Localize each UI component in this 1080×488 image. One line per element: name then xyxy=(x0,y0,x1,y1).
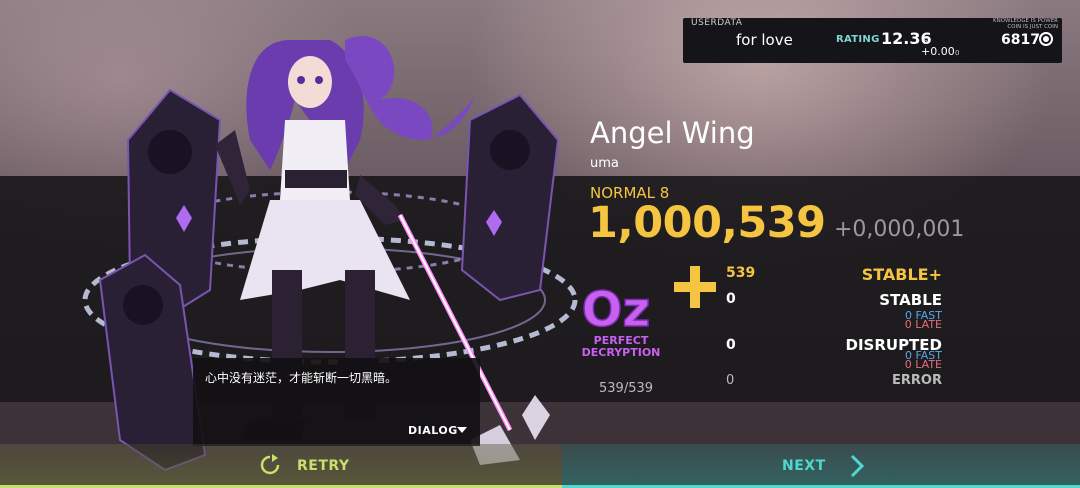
disrupted-count: 0 xyxy=(726,337,736,353)
plus-icon xyxy=(674,266,716,308)
rating-label: RATING xyxy=(836,34,880,45)
disrupted-late: 0 LATE xyxy=(904,358,942,371)
rank-caption-line2: DECRYPTION xyxy=(581,346,661,359)
coin-icon xyxy=(1039,32,1053,46)
rating-delta-subdigit: 0 xyxy=(955,49,960,57)
next-label: NEXT xyxy=(782,458,826,474)
stable-plus-count: 539 xyxy=(726,265,756,281)
next-button[interactable]: NEXT xyxy=(562,444,1080,488)
dialog-tab-label[interactable]: DIALOG xyxy=(408,424,458,437)
user-name: for love xyxy=(736,31,793,49)
dialog-box[interactable]: 心中没有迷茫，才能斩断一切黑暗。 DIALOG xyxy=(193,358,480,446)
slogan-text: KNOWLEDGE IS POWER COIN IS JUST COIN xyxy=(993,18,1058,30)
user-data-label: USERDATA xyxy=(691,18,743,28)
stable-label: STABLE xyxy=(879,291,942,309)
retry-button[interactable]: RETRY xyxy=(0,444,562,488)
stable-plus-label: STABLE+ xyxy=(861,265,942,284)
dialog-expand-icon[interactable] xyxy=(457,427,467,433)
coin-count: 6817 xyxy=(1001,32,1040,48)
score-delta: +0,000,001 xyxy=(834,217,965,242)
rank-grade-text: Oz xyxy=(582,282,651,332)
error-label: ERROR xyxy=(892,373,942,388)
user-data-panel: USERDATA for love RATING 12.36 5 +0.00 0… xyxy=(683,18,1062,63)
dialog-text: 心中没有迷茫，才能斩断一切黑暗。 xyxy=(205,371,398,385)
song-title: Angel Wing xyxy=(590,116,755,150)
stable-late: 0 LATE xyxy=(904,318,942,331)
error-count: 0 xyxy=(726,373,735,388)
rank-grade-logo: Oz xyxy=(581,282,651,332)
retry-icon xyxy=(260,454,280,475)
note-total: 539/539 xyxy=(599,381,654,396)
rank-caption: PERFECT DECRYPTION xyxy=(580,335,662,359)
chevron-right-icon xyxy=(850,454,865,478)
score-value: 1,000,539 xyxy=(588,198,826,248)
stable-count: 0 xyxy=(726,291,736,307)
song-artist: uma xyxy=(590,156,619,171)
retry-label: RETRY xyxy=(297,458,350,474)
rating-delta: +0.00 xyxy=(921,45,955,58)
